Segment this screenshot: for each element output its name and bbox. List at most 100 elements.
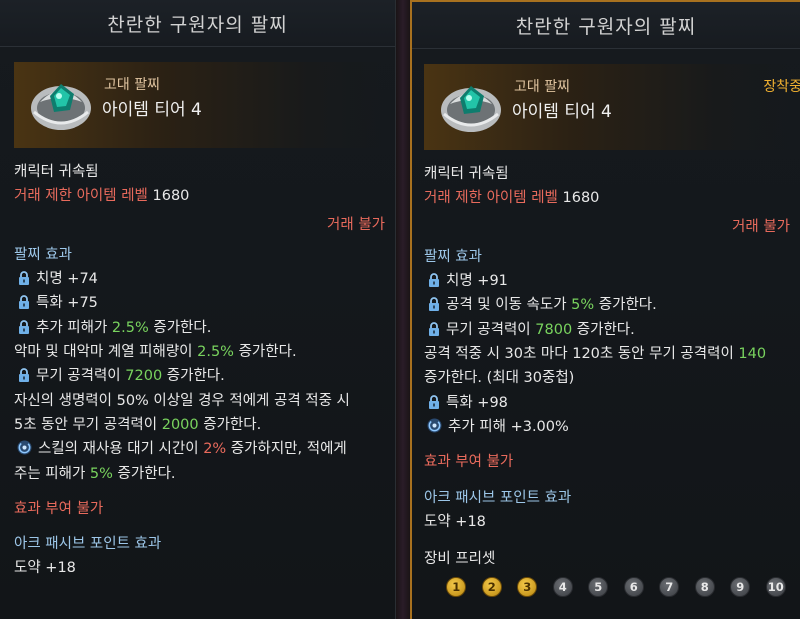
tooltip-panel-right: 찬란한 구원자의 팔찌 고대 팔찌 아이템 티어 4 장착중 캐릭터 귀속됨 거… <box>410 0 800 619</box>
lock-icon <box>19 319 29 334</box>
effect-header: 팔찌 효과 <box>424 248 482 265</box>
effect-text: 특화 +98 <box>446 394 508 411</box>
effect-value: 5% <box>89 465 113 482</box>
effect-value: 2.5% <box>111 319 149 336</box>
preset-button-5[interactable]: 5 <box>584 577 613 598</box>
lock-icon <box>19 295 29 310</box>
swirl-icon <box>427 418 442 433</box>
ark-passive-header: 아크 패시브 포인트 효과 <box>424 489 572 506</box>
bound-status: 캐릭터 귀속됨 <box>14 164 99 180</box>
item-grade: 고대 팔찌 <box>104 77 160 93</box>
effect-text: 무기 공격력이 <box>36 368 126 385</box>
trade-status-text: 거래 불가 <box>732 218 790 235</box>
no-enchant: 효과 부여 불가 <box>14 500 104 517</box>
item-tier: 아이템 티어 4 <box>512 102 612 122</box>
tooltip-content: 캐릭터 귀속됨 거래 제한 아이템 레벨 1680 거래 불가 팔찌 효과 치명… <box>424 162 791 598</box>
preset-number: 5 <box>588 577 609 598</box>
item-tier: 아이템 티어 4 <box>102 100 202 120</box>
effect-line: 특화 +75 <box>14 291 385 315</box>
effect-line: 증가한다. (최대 30중첩) <box>424 370 575 387</box>
title-bar: 찬란한 구원자의 팔찌 <box>0 0 395 47</box>
lock-icon <box>429 321 439 336</box>
trade-status: 거래 불가 <box>14 213 385 237</box>
effect-text: 증가한다. <box>198 416 262 433</box>
effect-line: 악마 및 대악마 계열 피해량이 2.5% 증가한다. <box>14 340 385 364</box>
preset-button-2[interactable]: 2 <box>478 577 507 598</box>
effect-text: 추가 피해 +3.00% <box>448 418 569 435</box>
preset-button-4[interactable]: 4 <box>549 577 578 598</box>
swirl-icon <box>17 440 32 455</box>
effect-text: 증가한다. <box>148 319 212 336</box>
effect-text: 추가 피해가 <box>36 319 112 336</box>
effect-line: 5초 동안 무기 공격력이 2000 증가한다. <box>14 413 385 437</box>
effect-text: 특화 +75 <box>36 295 98 312</box>
ark-passive-header: 아크 패시브 포인트 효과 <box>14 536 162 553</box>
preset-button-9[interactable]: 9 <box>726 577 755 598</box>
effect-text: 5초 동안 무기 공격력이 <box>14 416 162 433</box>
preset-button-8[interactable]: 8 <box>691 577 720 598</box>
effect-value: 140 <box>738 346 767 363</box>
trade-level-label: 거래 제한 아이템 레벨 <box>14 188 148 205</box>
preset-button-10[interactable]: 10 <box>762 577 791 598</box>
preset-number: 1 <box>446 577 467 598</box>
effect-value: 2000 <box>161 416 199 433</box>
equipped-badge: 장착중 <box>763 79 800 95</box>
effect-text: 치명 +91 <box>446 273 508 290</box>
preset-number: 6 <box>623 577 644 598</box>
lock-icon <box>429 394 439 409</box>
effect-text: 공격 적중 시 30초 마다 120초 동안 무기 공격력이 <box>424 346 739 363</box>
effect-text: 증가하지만, 적에게 <box>226 441 347 458</box>
preset-button-7[interactable]: 7 <box>655 577 684 598</box>
preset-button-1[interactable]: 1 <box>442 577 471 598</box>
effect-line: 추가 피해가 2.5% 증가한다. <box>14 316 385 340</box>
preset-number: 9 <box>730 577 751 598</box>
effect-text: 주는 피해가 <box>14 465 90 482</box>
trade-status: 거래 불가 <box>424 215 790 239</box>
bracelet-icon <box>441 86 501 132</box>
preset-number: 7 <box>659 577 680 598</box>
item-title: 찬란한 구원자의 팔찌 <box>515 15 697 38</box>
item-grade: 고대 팔찌 <box>514 79 570 95</box>
effect-line: 공격 적중 시 30초 마다 120초 동안 무기 공격력이 140 <box>424 342 790 366</box>
effect-line: 무기 공격력이 7200 증가한다. <box>14 364 385 388</box>
preset-number: 10 <box>765 577 786 598</box>
trade-level-value: 1680 <box>562 190 600 207</box>
preset-buttons: 1 2 3 4 5 6 7 8 9 10 <box>442 577 791 598</box>
effect-text: 스킬의 재사용 대기 시간이 <box>38 441 204 458</box>
effect-value: 2% <box>203 441 227 458</box>
lock-icon <box>429 273 439 288</box>
effect-header: 팔찌 효과 <box>14 246 72 263</box>
effect-text: 공격 및 이동 속도가 <box>446 297 572 314</box>
item-title: 찬란한 구원자의 팔찌 <box>107 13 288 36</box>
effect-text: 무기 공격력이 <box>446 321 536 338</box>
effect-text: 악마 및 대악마 계열 피해량이 <box>14 344 198 361</box>
trade-status-text: 거래 불가 <box>327 216 385 233</box>
lock-icon <box>19 271 29 286</box>
preset-button-6[interactable]: 6 <box>620 577 649 598</box>
item-header: 고대 팔찌 아이템 티어 4 장착중 <box>424 64 800 150</box>
preset-button-3[interactable]: 3 <box>513 577 542 598</box>
effect-text: 증가한다. <box>233 344 297 361</box>
title-bar: 찬란한 구원자의 팔찌 <box>412 2 800 49</box>
no-enchant: 효과 부여 불가 <box>424 454 514 471</box>
trade-level-label: 거래 제한 아이템 레벨 <box>424 190 558 207</box>
item-header: 고대 팔찌 아이템 티어 4 <box>14 62 384 148</box>
lock-icon <box>19 368 29 383</box>
effect-value: 7200 <box>125 368 163 385</box>
effect-line: 공격 및 이동 속도가 5% 증가한다. <box>424 293 790 317</box>
ark-passive-value: 도약 +18 <box>424 513 486 530</box>
effect-text: 치명 +74 <box>36 271 98 288</box>
tooltip-content: 캐릭터 귀속됨 거래 제한 아이템 레벨 1680 거래 불가 팔찌 효과 치명… <box>14 160 385 581</box>
ark-passive-value: 도약 +18 <box>14 560 76 577</box>
effect-line: 치명 +74 <box>14 267 385 291</box>
preset-label: 장비 프리셋 <box>424 551 496 568</box>
trade-level-value: 1680 <box>152 188 190 205</box>
effect-line: 자신의 생명력이 50% 이상일 경우 적에게 공격 적중 시 <box>14 392 350 409</box>
effect-line: 치명 +91 <box>424 269 790 293</box>
effect-text: 증가한다. <box>162 368 225 385</box>
bound-status: 캐릭터 귀속됨 <box>424 166 509 182</box>
effect-value: 7800 <box>535 321 573 338</box>
effect-value: 2.5% <box>197 344 234 361</box>
effect-line: 주는 피해가 5% 증가한다. <box>14 462 385 486</box>
effect-line: 추가 피해 +3.00% <box>424 415 790 439</box>
